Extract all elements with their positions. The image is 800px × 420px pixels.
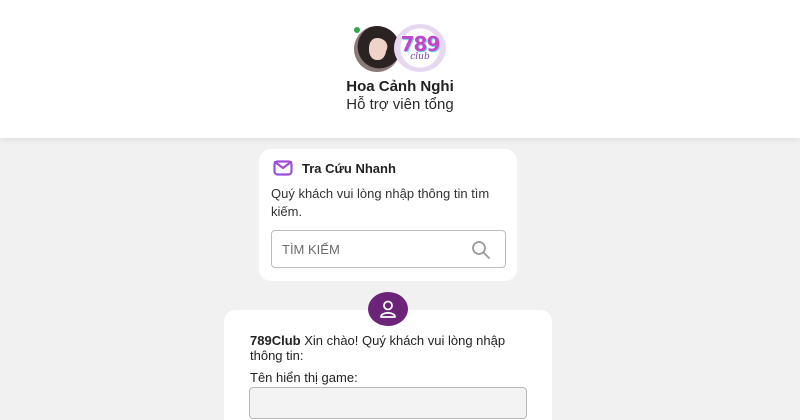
greeting-text: 789Club Xin chào! Quý khách vui lòng nhậ… [250,333,530,363]
agent-role: Hỗ trợ viên tổng [346,96,454,113]
online-status-dot [353,26,361,34]
user-info-form: 789Club Xin chào! Quý khách vui lòng nhậ… [224,310,552,420]
display-name-input[interactable] [249,387,527,419]
search-box[interactable] [271,230,506,268]
mail-box-icon [273,160,293,176]
avatar-face [369,38,386,60]
agent-avatar-group: 789 club [353,24,450,72]
lookup-description: Quý khách vui lòng nhập thông tin tìm ki… [271,186,490,219]
brand-logo: 789 club [394,24,446,72]
agent-name: Hoa Cảnh Nghi [346,78,454,95]
user-icon [380,300,396,318]
brand-name: 789Club [250,333,301,348]
chat-header: 789 club Hoa Cảnh Nghi Hỗ trợ viên tổng [0,0,800,138]
quick-lookup-card: Tra Cứu Nhanh Quý khách vui lòng nhập th… [259,149,517,281]
search-input[interactable] [282,231,462,267]
logo-text: club [410,52,430,62]
user-avatar-circle [368,292,408,326]
logo-number: 789 [400,32,441,56]
search-icon[interactable] [471,240,491,260]
display-name-label: Tên hiển thị game: [250,370,358,385]
lookup-title: Tra Cứu Nhanh [302,161,396,176]
